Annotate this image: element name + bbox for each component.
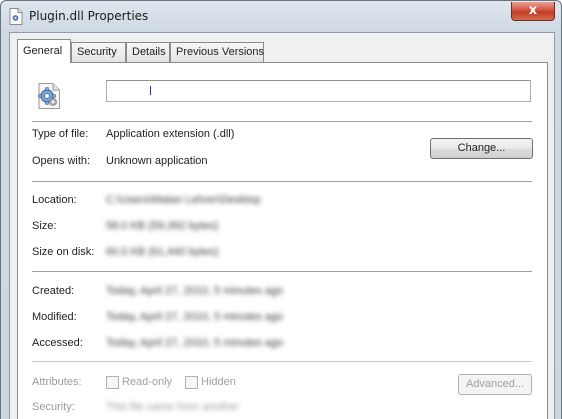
opens-with-label: Opens with: [32, 155, 91, 167]
hidden-checkbox[interactable] [185, 376, 198, 389]
security-value: This file came from another [106, 401, 240, 413]
separator [32, 361, 532, 362]
type-of-file-label: Type of file: [32, 128, 89, 140]
separator [32, 121, 532, 122]
dialog-client-area: General Security Details Previous Versio… [9, 32, 555, 419]
tab-security[interactable]: Security [71, 42, 126, 62]
size-label: Size: [32, 220, 57, 232]
close-button[interactable]: x [511, 2, 555, 21]
modified-label: Modified: [32, 311, 77, 323]
dll-file-icon [9, 8, 23, 25]
separator [32, 271, 532, 272]
type-of-file-value: Application extension (.dll) [106, 128, 235, 140]
size-on-disk-value: 60.0 KB (61,440 bytes) [106, 246, 219, 258]
opens-with-value: Unknown application [106, 155, 208, 167]
properties-window: Plugin.dll Properties x General Security… [0, 0, 562, 419]
accessed-label: Accessed: [32, 337, 83, 349]
modified-value: Today, April 27, 2010, 5 minutes ago [106, 311, 284, 323]
accessed-value: Today, April 27, 2010, 5 minutes ago [106, 337, 284, 349]
text-caret [150, 86, 151, 95]
size-value: 58.0 KB (59,392 bytes) [106, 220, 219, 232]
readonly-checkbox[interactable] [106, 376, 119, 389]
location-value: C:\Users\Matan Lehrer\Desktop [106, 194, 261, 206]
file-name-input[interactable] [106, 80, 531, 102]
readonly-checkbox-label: Read-only [122, 376, 173, 388]
advanced-button[interactable]: Advanced... [458, 374, 532, 395]
tab-previous-versions[interactable]: Previous Versions [170, 42, 264, 62]
change-button[interactable]: Change... [430, 138, 533, 159]
created-value: Today, April 27, 2010, 5 minutes ago [106, 285, 284, 297]
hidden-checkbox-label: Hidden [201, 376, 236, 388]
general-tab-panel: Type of file: Application extension (.dl… [17, 62, 548, 419]
location-label: Location: [32, 194, 77, 206]
tab-general[interactable]: General [17, 39, 71, 63]
dll-gear-file-icon [38, 83, 60, 109]
attributes-label: Attributes: [32, 376, 82, 388]
tab-details[interactable]: Details [126, 42, 170, 62]
title-bar[interactable]: Plugin.dll Properties x [1, 1, 561, 33]
size-on-disk-label: Size on disk: [32, 246, 95, 258]
window-title: Plugin.dll Properties [29, 9, 149, 23]
separator [32, 181, 532, 182]
created-label: Created: [32, 285, 75, 297]
security-label: Security: [32, 401, 75, 413]
